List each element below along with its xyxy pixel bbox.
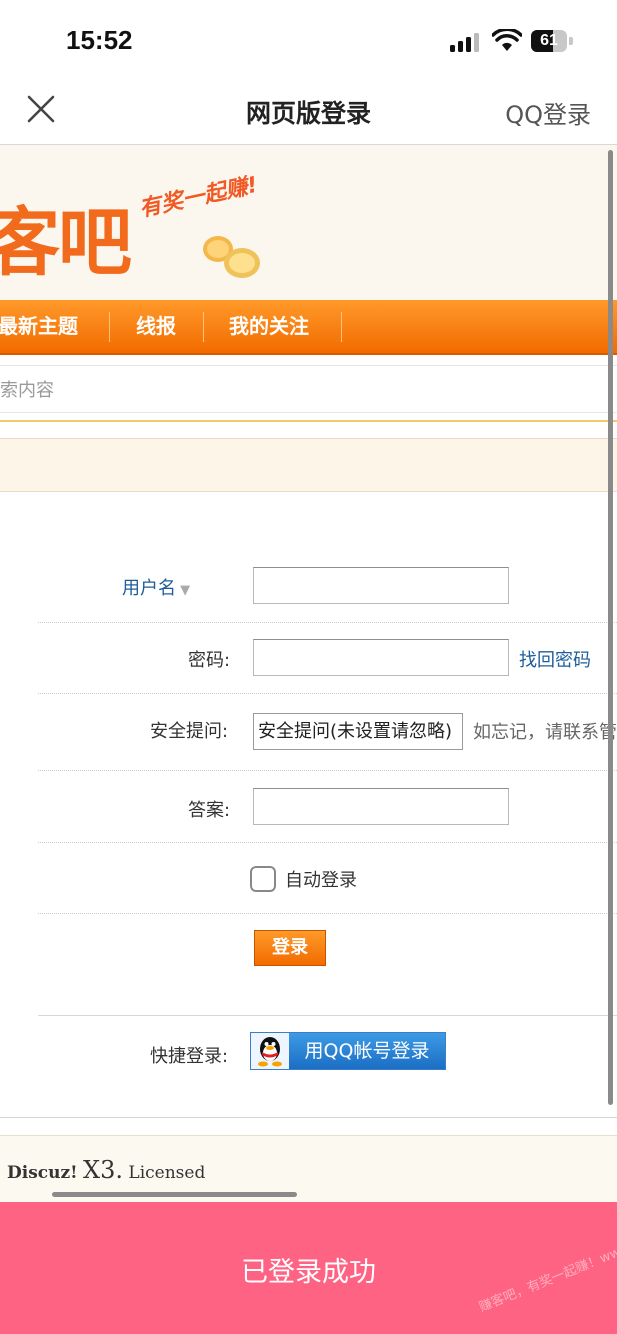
security-hint: 如忘记，请联系管 xyxy=(473,722,617,743)
qq-penguin-icon xyxy=(251,1033,289,1069)
auto-login-row: 自动登录 xyxy=(38,842,617,914)
site-logo[interactable]: 客吧 xyxy=(0,183,132,290)
qq-login-button[interactable]: 用QQ帐号登录 xyxy=(250,1032,446,1070)
battery-icon: 61 xyxy=(531,30,573,52)
site-menu: 最新主题 线报 我的关注 xyxy=(0,300,617,355)
security-question-label: 安全提问: xyxy=(150,721,229,742)
status-bar: 15:52 61 xyxy=(0,0,617,80)
site-slogan: 有奖一起赚! xyxy=(137,172,260,223)
username-input[interactable] xyxy=(253,567,509,604)
answer-label: 答案: xyxy=(188,800,231,821)
footer-licensed: Licensed xyxy=(128,1163,206,1183)
footer-powered-by: Discuz! X3. Licensed xyxy=(7,1156,205,1184)
password-label: 密码: xyxy=(188,650,231,671)
web-view: 客吧 有奖一起赚! 最新主题 线报 我的关注 索内容 用户名 ▼ 密码: 找回密… xyxy=(0,145,617,1202)
search-input[interactable]: 索内容 xyxy=(0,365,617,413)
answer-input[interactable] xyxy=(253,788,509,825)
login-button[interactable]: 登录 xyxy=(254,930,326,966)
password-input[interactable] xyxy=(253,639,509,676)
search-placeholder: 索内容 xyxy=(0,380,54,401)
menu-deals[interactable]: 线报 xyxy=(136,300,176,353)
status-time: 15:52 xyxy=(66,25,133,55)
menu-latest-topics[interactable]: 最新主题 xyxy=(0,300,78,353)
username-label[interactable]: 用户名 ▼ xyxy=(122,574,190,600)
wifi-icon xyxy=(492,29,522,51)
nav-bar: 网页版登录 QQ登录 xyxy=(0,80,617,145)
quick-login-label: 快捷登录: xyxy=(150,1046,229,1067)
security-question-select[interactable]: 安全提问(未设置请忽略) xyxy=(253,713,463,750)
submit-row: 登录 xyxy=(38,913,617,1016)
menu-my-follows[interactable]: 我的关注 xyxy=(229,300,309,353)
auto-login-label: 自动登录 xyxy=(285,870,357,891)
find-password-link[interactable]: 找回密码 xyxy=(519,646,591,672)
success-toast: 已登录成功 xyxy=(0,1202,617,1334)
footer-brand[interactable]: Discuz! xyxy=(7,1163,78,1183)
cellular-signal-icon xyxy=(450,33,479,52)
peanut-icon xyxy=(203,236,260,278)
username-row: 用户名 ▼ xyxy=(38,550,617,623)
footer-version: X3. xyxy=(83,1156,123,1184)
password-row: 密码: 找回密码 xyxy=(38,622,617,694)
divider xyxy=(0,1117,617,1118)
security-question-row: 安全提问: 安全提问(未设置请忽略) 如忘记，请联系管 xyxy=(38,693,617,771)
site-banner: 客吧 有奖一起赚! xyxy=(0,145,617,300)
quick-login-row: 快捷登录: 用QQ帐号登录 xyxy=(38,1016,617,1106)
breadcrumb-bar xyxy=(0,438,617,492)
chevron-down-icon: ▼ xyxy=(176,583,191,598)
auto-login-checkbox[interactable] xyxy=(250,866,276,892)
divider xyxy=(0,420,617,422)
qq-login-button-label: 用QQ帐号登录 xyxy=(304,1040,430,1062)
answer-row: 答案: xyxy=(38,770,617,843)
qq-login-link[interactable]: QQ登录 xyxy=(505,95,591,130)
battery-level: 61 xyxy=(540,32,558,49)
horizontal-scrollbar[interactable] xyxy=(52,1192,297,1197)
vertical-scrollbar[interactable] xyxy=(608,150,613,1105)
